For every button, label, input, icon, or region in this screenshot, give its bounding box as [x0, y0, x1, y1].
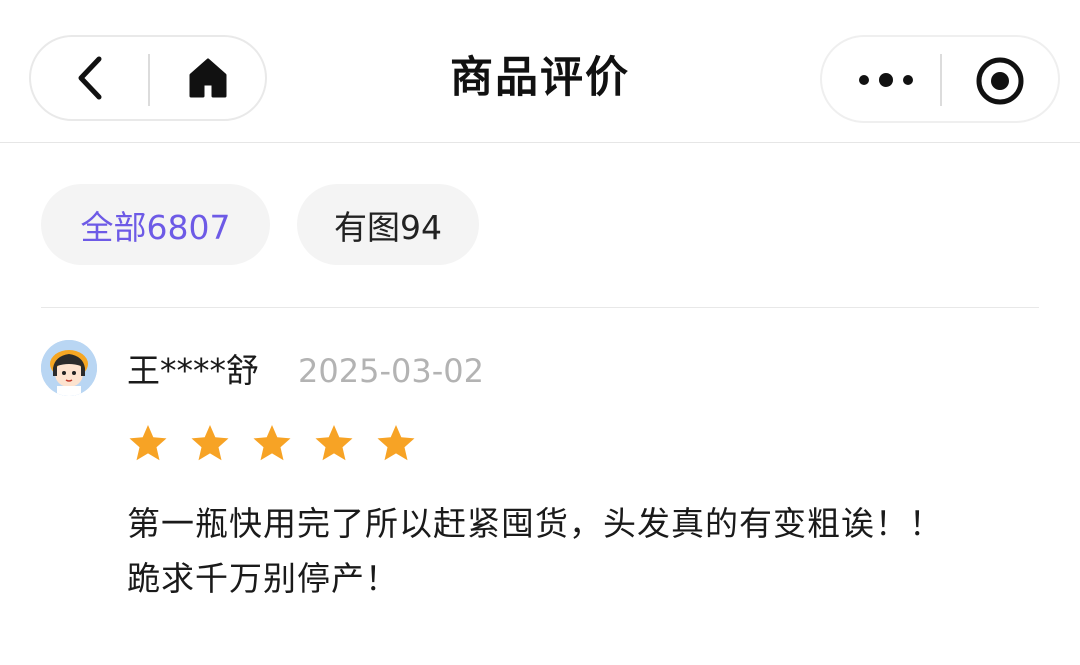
- reviewer-avatar: [41, 340, 97, 396]
- page-title: 商品评价: [450, 53, 630, 103]
- section-divider: [41, 307, 1039, 308]
- star-icon: [377, 425, 415, 461]
- star-icon: [129, 425, 167, 461]
- home-button[interactable]: [177, 49, 239, 107]
- star-icon: [253, 425, 291, 461]
- close-miniprogram-button[interactable]: [970, 51, 1030, 111]
- back-button[interactable]: [61, 51, 119, 105]
- capsule-divider: [148, 54, 150, 106]
- rating-stars: [128, 423, 416, 469]
- nav-capsule-left: [29, 35, 267, 121]
- more-button[interactable]: [850, 53, 922, 107]
- capsule-divider: [940, 54, 942, 106]
- filter-chip-with-photos[interactable]: 有图94: [297, 184, 479, 265]
- cartoon-girl-avatar: [41, 340, 97, 396]
- home-icon: [189, 58, 227, 98]
- review-text-line: 第一瓶快用完了所以赶紧囤货，头发真的有变粗诶！！: [127, 504, 943, 543]
- star-icon: [315, 425, 353, 461]
- review-date: 2025-03-02: [298, 352, 484, 390]
- review-text: 第一瓶快用完了所以赶紧囤货，头发真的有变粗诶！！ 跪求千万别停产！: [127, 496, 1047, 606]
- navigation-bar: 商品评价: [0, 0, 1080, 143]
- more-dots-icon: [859, 73, 913, 87]
- back-arrow-icon: [78, 56, 102, 100]
- star-icon: [191, 425, 229, 461]
- nav-capsule-right: [820, 35, 1060, 123]
- reviewer-name: 王****舒: [127, 351, 259, 390]
- filter-chip-all[interactable]: 全部6807: [41, 184, 270, 265]
- review-text-line: 跪求千万别停产！: [127, 559, 399, 598]
- record-target-icon: [976, 57, 1024, 105]
